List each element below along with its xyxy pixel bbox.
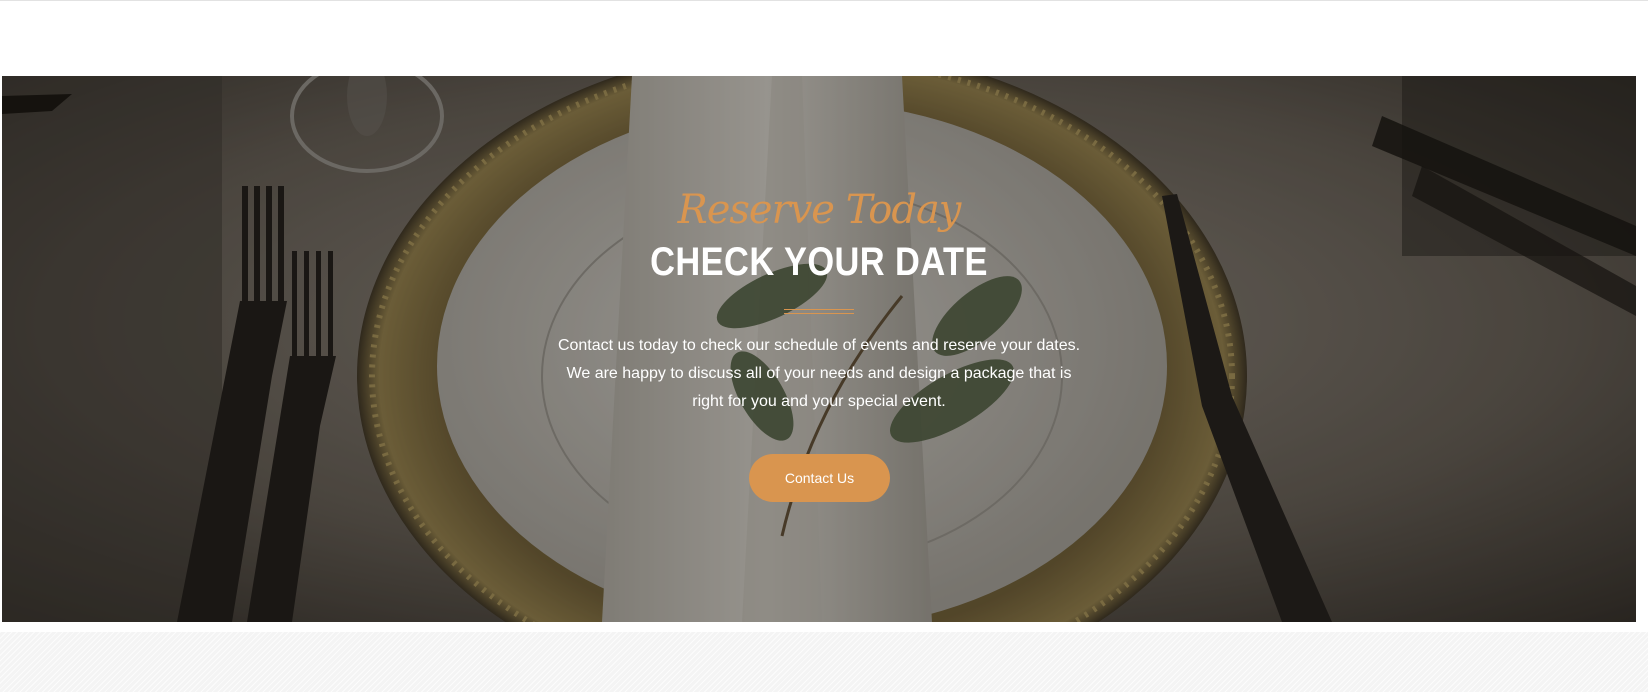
footer-pattern-band — [0, 632, 1648, 692]
hero-content: Reserve Today CHECK YOUR DATE Contact us… — [2, 76, 1636, 622]
hero-description: Contact us today to check our schedule o… — [512, 332, 1126, 416]
title-divider — [784, 309, 854, 314]
description-line: We are happy to discuss all of your need… — [566, 365, 1072, 382]
hero-title: CHECK YOUR DATE — [650, 240, 988, 284]
contact-us-button[interactable]: Contact Us — [749, 454, 890, 502]
reserve-hero-section: Reserve Today CHECK YOUR DATE Contact us… — [2, 76, 1636, 622]
description-line: right for you and your special event. — [692, 393, 946, 410]
top-divider — [0, 0, 1648, 1]
description-line: Contact us today to check our schedule o… — [557, 337, 1081, 354]
script-subtitle: Reserve Today — [677, 187, 962, 233]
